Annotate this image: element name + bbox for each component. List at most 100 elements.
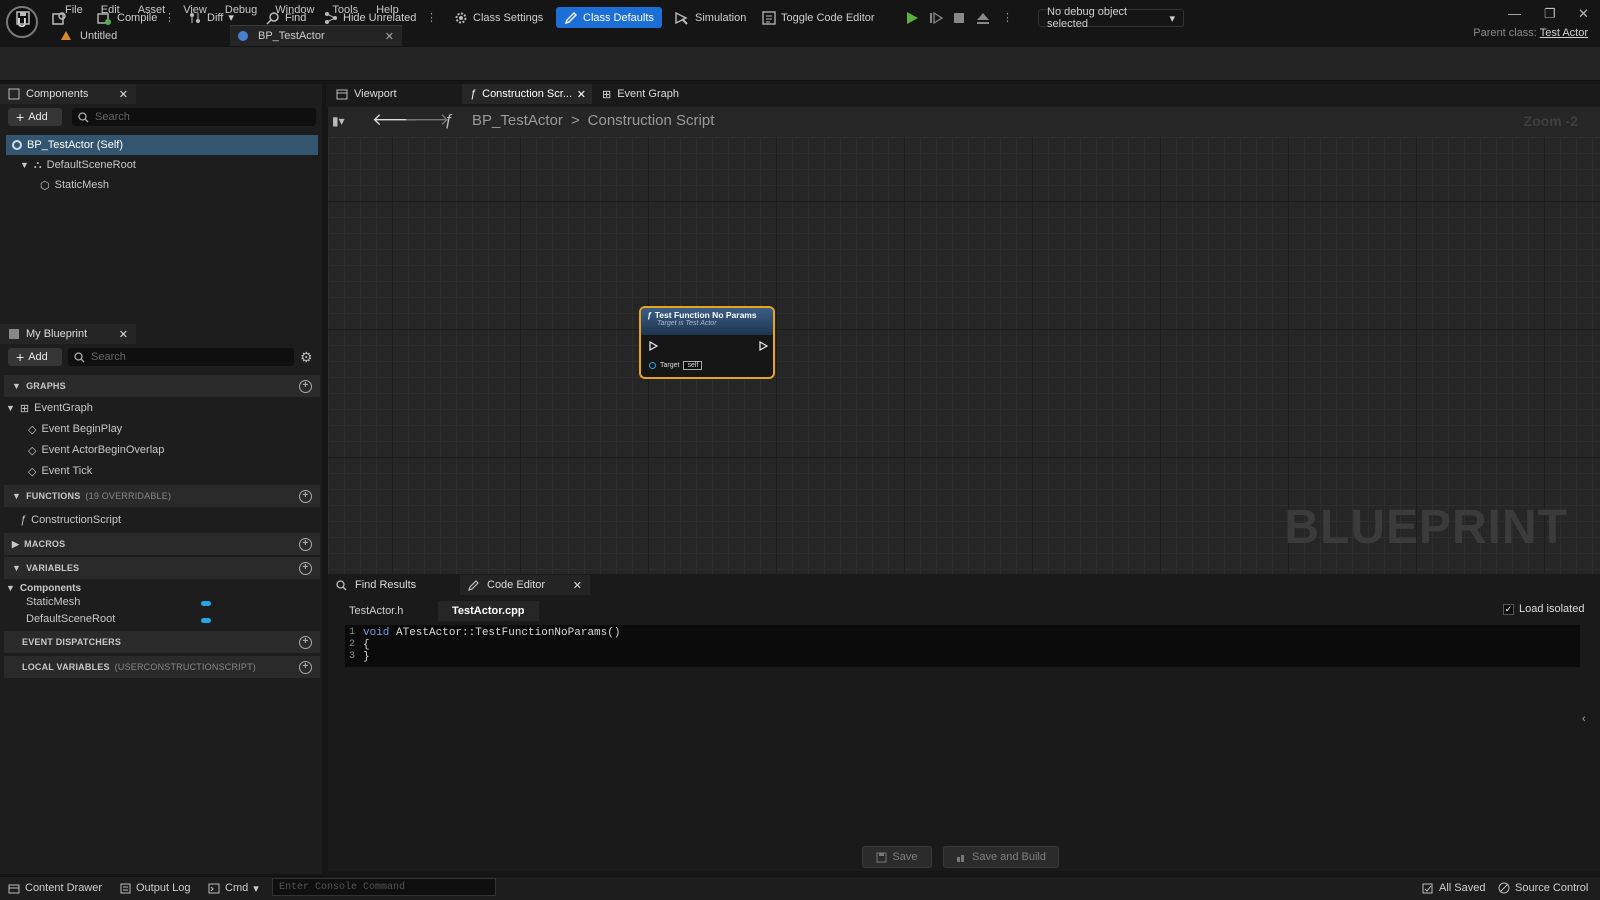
code-text-area[interactable]: 1 void ATestActor::TestFunctionNoParams(… [345,625,1580,667]
hide-options-icon[interactable]: ⋮ [422,7,441,28]
section-local-variables[interactable]: LOCAL VARIABLES (USERCONSTRUCTIONSCRIPT)… [4,656,320,678]
find-button[interactable]: Find [262,7,310,28]
content-drawer-button[interactable]: Content Drawer [8,880,102,896]
close-icon[interactable]: ✕ [577,88,586,101]
add-local-variable-icon[interactable]: + [299,660,312,674]
code-editor-label: Code Editor [487,579,546,591]
target-pin-label: Target [660,362,680,369]
variable-staticmesh[interactable]: StaticMesh [26,594,80,610]
close-icon[interactable]: ✕ [385,30,394,43]
tab-code-editor[interactable]: Code Editor ✕ [460,575,590,595]
restore-icon[interactable]: ❐ [1544,6,1556,22]
section-macros[interactable]: ▶ MACROS + [4,533,320,555]
tab-bp-testactor[interactable]: BP_TestActor ✕ [230,25,402,46]
tree-item-self[interactable]: BP_TestActor (Self) [6,135,318,155]
debug-object-dropdown[interactable]: No debug object selected ▾ [1038,6,1184,30]
tree-item-event-tick[interactable]: ◇ Event Tick [28,461,92,481]
tree-item-constructionscript[interactable]: ƒ ConstructionScript [20,510,121,530]
tree-item-event-actorbeginoverlap[interactable]: ◇ Event ActorBeginOverlap [28,440,164,460]
section-functions[interactable]: ▼ FUNCTIONS (19 OVERRIDABLE) + [4,485,320,507]
add-macro-icon[interactable]: + [299,537,312,551]
chevron-down-icon: ▾ [253,882,259,895]
settings-gear-icon[interactable]: ⚙ [300,349,313,366]
all-saved-button[interactable]: All Saved [1422,880,1485,896]
close-icon[interactable]: ✕ [119,88,128,101]
console-command-input[interactable]: Enter Console Command [272,878,496,896]
toggle-code-editor-button[interactable]: Toggle Code Editor [758,7,879,28]
add-variable-icon[interactable]: + [299,561,312,575]
eject-icon[interactable] [972,7,994,28]
parent-class-link[interactable]: Test Actor [1540,27,1588,39]
tree-item-defaultsceneroot[interactable]: ▼ ⛬ DefaultSceneRoot [20,155,136,175]
tab-untitled[interactable]: Untitled [54,25,224,46]
file-tab-testactor-h[interactable]: TestActor.h [335,601,417,621]
tab-event-graph[interactable]: ⊞ Event Graph [594,84,712,104]
compile-options-icon[interactable]: ⋮ [160,7,179,28]
output-log-button[interactable]: Output Log [120,880,190,896]
minimize-icon[interactable]: — [1508,6,1521,21]
bookmark-icon[interactable]: ▮▾ [332,114,345,128]
section-variables[interactable]: ▼ VARIABLES + [4,557,320,579]
play-icon[interactable] [901,7,923,28]
viewport-label: Viewport [354,88,397,100]
target-pin[interactable]: Target self [649,361,703,370]
browse-icon[interactable] [48,7,70,28]
variable-defaultsceneroot[interactable]: DefaultSceneRoot [26,611,115,627]
stop-icon[interactable] [948,7,970,28]
save-and-build-button[interactable]: Save and Build [943,846,1059,868]
source-control-button[interactable]: Source Control [1498,880,1588,896]
tab-viewport[interactable]: Viewport [328,84,452,104]
code-line: { [363,639,370,651]
save-button[interactable]: Save [862,846,932,868]
class-defaults-button[interactable]: Class Defaults [556,7,662,28]
exec-out-pin-icon[interactable] [759,341,768,351]
tab-components[interactable]: Components ✕ [0,84,136,104]
add-member-button[interactable]: + Add [8,348,62,366]
close-icon[interactable]: ✕ [573,579,582,592]
tab-construction-script[interactable]: ƒ Construction Scr... ✕ [462,84,592,104]
node-header: ƒ Test Function No Params Target is Test … [641,308,773,335]
cmd-dropdown[interactable]: Cmd ▾ [208,880,259,896]
save-icon[interactable] [12,7,34,28]
tree-item-eventgraph[interactable]: ▼ ⊞ EventGraph [6,398,93,418]
breadcrumb-blueprint[interactable]: BP_TestActor [472,112,563,129]
my-blueprint-search-input[interactable]: Search [68,348,294,366]
output-log-icon [120,883,131,893]
functions-label: FUNCTIONS [26,491,81,501]
function-node[interactable]: ƒ Test Function No Params Target is Test … [639,306,775,379]
diff-button[interactable]: Diff ▾ [184,7,238,28]
window-close-icon[interactable]: ✕ [1578,6,1589,22]
components-title: Components [26,88,89,100]
section-graphs[interactable]: ▼ GRAPHS + [4,375,320,397]
event-graph-tab-label: Event Graph [617,88,679,100]
load-isolated-checkbox[interactable]: ✓ Load isolated [1503,603,1584,615]
section-event-dispatchers[interactable]: EVENT DISPATCHERS + [4,631,320,653]
tree-item-staticmesh[interactable]: ⬡ StaticMesh [40,175,109,195]
save-and-build-label: Save and Build [972,851,1046,863]
simulation-button[interactable]: Simulation [670,7,750,28]
add-dispatcher-icon[interactable]: + [299,635,312,649]
tab-my-blueprint[interactable]: My Blueprint ✕ [0,324,136,344]
breadcrumb-graph[interactable]: Construction Script [588,112,715,129]
my-blueprint-title: My Blueprint [26,328,88,340]
close-icon[interactable]: ✕ [119,328,128,341]
components-search-input[interactable]: Search [72,108,316,126]
step-icon[interactable] [925,7,947,28]
tab-find-results[interactable]: Find Results [328,575,452,595]
code-line: void ATestActor::TestFunctionNoParams() [363,627,620,639]
tree-item-event-beginplay[interactable]: ◇ Event BeginPlay [28,419,122,439]
add-function-icon[interactable]: + [299,489,312,503]
exec-in-pin-icon[interactable] [649,341,658,351]
add-graph-icon[interactable]: + [299,379,312,393]
scene-root-icon: ⛬ [33,158,42,171]
content-drawer-label: Content Drawer [25,882,103,894]
compile-button[interactable]: Compile [92,7,161,28]
class-settings-button[interactable]: Class Settings [450,7,547,28]
variables-label: VARIABLES [26,563,80,573]
file-tab-testactor-cpp[interactable]: TestActor.cpp [438,601,539,621]
hide-unrelated-button[interactable]: Hide Unrelated [320,7,420,28]
play-options-icon[interactable]: ⋮ [998,7,1017,28]
collapse-panel-icon[interactable]: ‹ [1582,713,1586,725]
add-component-button[interactable]: + Add [8,108,62,126]
forward-arrow-icon[interactable]: 🡒 [404,110,450,130]
